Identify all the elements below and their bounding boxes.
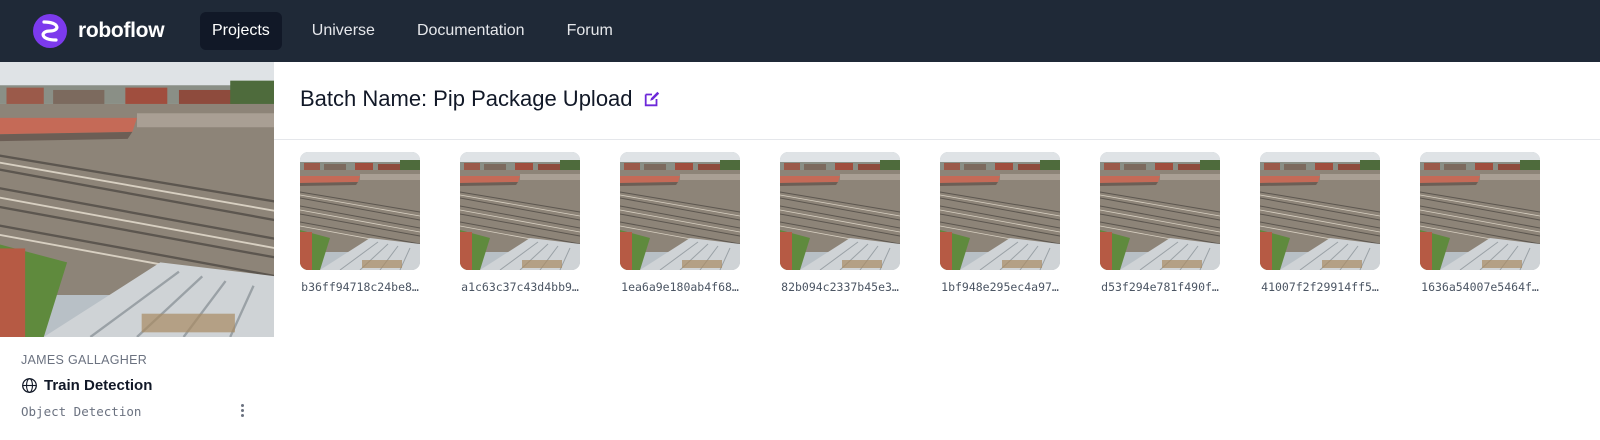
image-filename: 1bf948e295ec4a97… [941,280,1059,294]
project-owner: JAMES GALLAGHER [21,353,148,367]
image-grid: b36ff94718c24be8… a1c63c37c43d4bb9… 1ea6… [274,140,1600,300]
image-thumbnail [1260,152,1380,270]
image-thumbnail [620,152,740,270]
image-thumbnail [1100,152,1220,270]
image-thumbnail [460,152,580,270]
batch-name: Pip Package Upload [433,86,633,111]
image-filename: 1ea6a9e180ab4f68… [621,280,739,294]
globe-icon [22,378,37,393]
edit-icon[interactable] [643,90,661,108]
image-thumbnail [1420,152,1540,270]
top-navbar: roboflow Projects Universe Documentation… [0,0,1600,62]
project-cover-image [0,62,274,337]
image-filename: b36ff94718c24be8… [301,280,419,294]
brand-name: roboflow [78,19,165,42]
image-card[interactable]: 41007f2f29914ff5… [1258,152,1382,294]
image-card[interactable]: 1ea6a9e180ab4f68… [618,152,742,294]
roboflow-logo-icon [33,14,67,48]
batch-label: Batch Name: [300,86,428,111]
nav-universe[interactable]: Universe [300,12,387,50]
nav-forum[interactable]: Forum [555,12,625,50]
batch-header: Batch Name: Pip Package Upload [274,62,1600,140]
nav-projects[interactable]: Projects [200,12,282,50]
image-card[interactable]: 1bf948e295ec4a97… [938,152,1062,294]
project-title-row[interactable]: Train Detection [21,377,152,394]
image-filename: 1636a54007e5464f… [1421,280,1539,294]
nav-documentation[interactable]: Documentation [405,12,537,50]
image-card[interactable]: d53f294e781f490f… [1098,152,1222,294]
image-card[interactable]: 1636a54007e5464f… [1418,152,1542,294]
image-thumbnail [940,152,1060,270]
image-filename: 41007f2f29914ff5… [1261,280,1379,294]
image-thumbnail [300,152,420,270]
more-vertical-icon[interactable] [233,400,251,420]
project-sidebar: JAMES GALLAGHER Train Detection Object D… [0,62,274,440]
image-card[interactable]: b36ff94718c24be8… [298,152,422,294]
image-thumbnail [780,152,900,270]
image-card[interactable]: a1c63c37c43d4bb9… [458,152,582,294]
image-filename: d53f294e781f490f… [1101,280,1219,294]
image-filename: a1c63c37c43d4bb9… [461,280,579,294]
image-filename: 82b094c2337b45e3… [781,280,899,294]
image-card[interactable]: 82b094c2337b45e3… [778,152,902,294]
project-name: Train Detection [44,377,153,394]
batch-title: Batch Name: Pip Package Upload [300,86,661,112]
project-type: Object Detection [21,404,142,419]
brand-home-link[interactable]: roboflow [32,13,180,49]
